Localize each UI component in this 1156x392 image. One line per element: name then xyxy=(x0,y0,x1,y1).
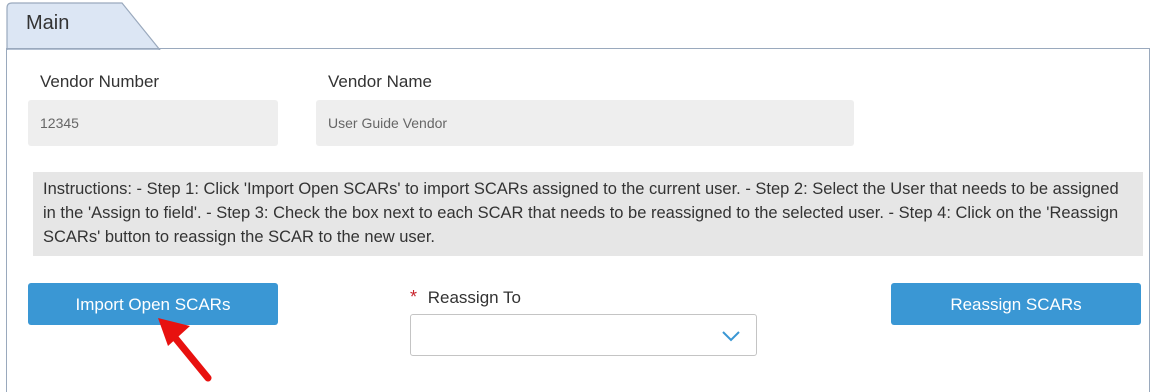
reassign-scars-button[interactable]: Reassign SCARs xyxy=(891,283,1141,325)
tab-main[interactable]: Main xyxy=(6,2,162,50)
vendor-name-label: Vendor Name xyxy=(328,72,432,91)
vendor-number-label: Vendor Number xyxy=(40,72,160,91)
reassign-to-select[interactable] xyxy=(410,314,757,356)
vendor-name-field: User Guide Vendor xyxy=(316,100,854,146)
red-arrow-icon xyxy=(158,318,212,382)
required-marker: * xyxy=(410,287,418,307)
vendor-number-field: 12345 xyxy=(28,100,278,146)
tab-main-label: Main xyxy=(26,12,70,34)
reassign-to-label: Reassign To xyxy=(427,288,521,307)
page: Main Vendor Number 12345 Vendor Name Use… xyxy=(0,0,1156,392)
chevron-down-icon[interactable] xyxy=(720,327,742,345)
instructions-text: Instructions: - Step 1: Click 'Import Op… xyxy=(33,172,1143,256)
reassign-to-label-row: * Reassign To xyxy=(410,287,521,308)
